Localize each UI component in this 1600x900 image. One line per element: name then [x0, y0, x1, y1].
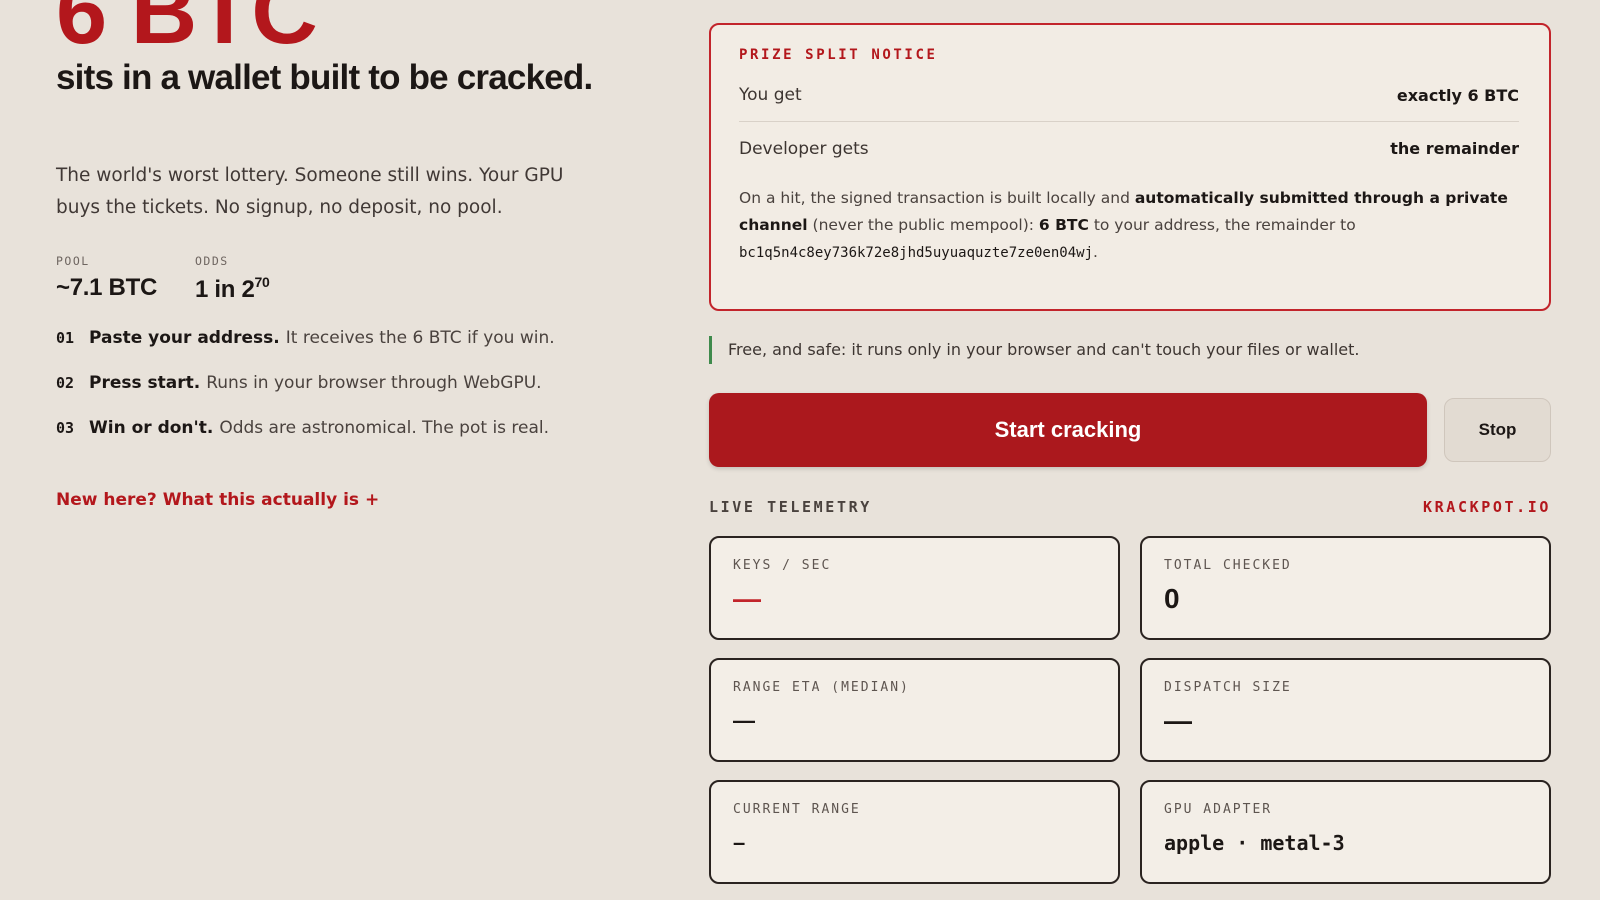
- you-get-value: exactly 6 BTC: [1396, 85, 1519, 105]
- keys-per-sec-value: —: [733, 583, 761, 614]
- stat-odds: ODDS 1 in 270: [195, 254, 270, 304]
- step-number: 01: [56, 329, 75, 347]
- card-label: DISPATCH SIZE: [1164, 680, 1292, 695]
- keys-per-sec-card: KEYS / SEC —: [709, 536, 1120, 640]
- start-cracking-button[interactable]: Start cracking: [709, 393, 1427, 467]
- notice-text-part: to your address, the remainder to: [1093, 216, 1356, 234]
- notice-text-part: On a hit, the signed transaction is buil…: [739, 189, 1130, 207]
- stat-pool: POOL ~7.1 BTC: [56, 254, 157, 304]
- steps-list: 01 Paste your address. It receives the 6…: [56, 328, 636, 463]
- card-label: KEYS / SEC: [733, 558, 832, 573]
- telemetry-title: LIVE TELEMETRY: [709, 498, 872, 516]
- developer-gets-label: Developer gets: [739, 138, 869, 159]
- notice-description: On a hit, the signed transaction is buil…: [739, 185, 1519, 267]
- dispatch-size-value: —: [1164, 705, 1192, 736]
- current-range-value: –: [733, 830, 746, 855]
- stop-button[interactable]: Stop: [1444, 398, 1551, 462]
- intro-text: The world's worst lottery. Someone still…: [56, 165, 564, 218]
- card-label: RANGE ETA (MEDIAN): [733, 680, 910, 695]
- what-this-is-link[interactable]: New here? What this actually is +: [56, 490, 379, 510]
- step-item: 03 Win or don't. Odds are astronomical. …: [56, 418, 636, 463]
- current-range-card: CURRENT RANGE –: [709, 780, 1120, 884]
- step-title: Paste your address.: [89, 328, 280, 348]
- you-get-row: You get exactly 6 BTC: [739, 69, 1519, 122]
- step-number: 02: [56, 374, 75, 392]
- developer-gets-row: Developer gets the remainder: [739, 122, 1519, 175]
- odds-base: 1 in 2: [194, 276, 255, 303]
- step-text: It receives the 6 BTC if you win.: [285, 328, 555, 348]
- notice-text-bold: 6 BTC: [1038, 216, 1089, 234]
- card-label: GPU ADAPTER: [1164, 802, 1273, 817]
- total-checked-card: TOTAL CHECKED 0: [1140, 536, 1551, 640]
- pool-label: POOL: [56, 254, 90, 268]
- hero-prize-amount: 6 BTC: [56, 0, 318, 63]
- gpu-adapter-value: apple · metal-3: [1164, 831, 1345, 855]
- odds-exponent: 70: [254, 274, 270, 290]
- notice-text-end: .: [1093, 243, 1098, 261]
- step-text: Runs in your browser through WebGPU.: [206, 373, 542, 393]
- developer-gets-value: the remainder: [1390, 139, 1519, 158]
- card-label: TOTAL CHECKED: [1164, 558, 1292, 573]
- hero-title: sits in a wallet built to be cracked.: [56, 58, 593, 97]
- range-eta-value: —: [733, 708, 755, 733]
- step-item: 02 Press start. Runs in your browser thr…: [56, 373, 636, 418]
- prize-split-notice: PRIZE SPLIT NOTICE You get exactly 6 BTC…: [709, 23, 1551, 311]
- step-title: Press start.: [89, 373, 201, 393]
- step-text: Odds are astronomical. The pot is real.: [219, 418, 550, 438]
- telemetry-header: LIVE TELEMETRY KRACKPOT.IO: [709, 498, 1551, 516]
- brand-link[interactable]: KRACKPOT.IO: [1423, 498, 1551, 516]
- range-eta-card: RANGE ETA (MEDIAN) —: [709, 658, 1120, 762]
- notice-title: PRIZE SPLIT NOTICE: [739, 47, 938, 63]
- safety-note: Free, and safe: it runs only in your bro…: [709, 336, 1359, 364]
- dispatch-size-card: DISPATCH SIZE —: [1140, 658, 1551, 762]
- step-number: 03: [56, 419, 75, 437]
- telemetry-grid: KEYS / SEC — TOTAL CHECKED 0 RANGE ETA (…: [709, 536, 1551, 884]
- odds-label: ODDS: [194, 254, 229, 268]
- pool-value: ~7.1 BTC: [56, 274, 157, 301]
- you-get-label: You get: [739, 85, 802, 105]
- notice-text-part: (never the public mempool):: [812, 216, 1034, 234]
- card-label: CURRENT RANGE: [733, 802, 861, 817]
- stats-row: POOL ~7.1 BTC ODDS 1 in 270: [56, 254, 270, 304]
- odds-value: 1 in 270: [195, 274, 270, 304]
- page: 6 BTC sits in a wallet built to be crack…: [0, 0, 1600, 900]
- step-item: 01 Paste your address. It receives the 6…: [56, 328, 636, 373]
- total-checked-value: 0: [1164, 583, 1180, 614]
- developer-address: bc1q5n4c8ey736k72e8jhd5uyuaquzte7ze0en04…: [739, 245, 1094, 261]
- gpu-adapter-card: GPU ADAPTER apple · metal-3: [1140, 780, 1551, 884]
- step-title: Win or don't.: [89, 418, 214, 438]
